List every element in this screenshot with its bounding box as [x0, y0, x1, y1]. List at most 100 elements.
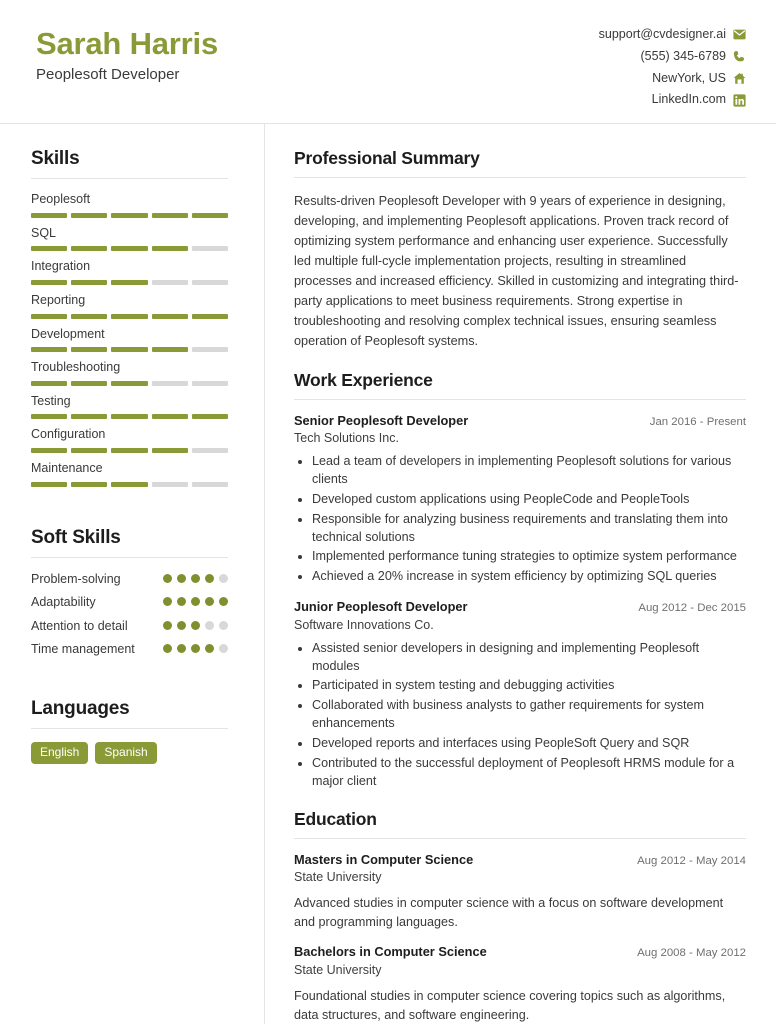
skill-label: Troubleshooting — [31, 360, 121, 375]
experience-list: Senior Peoplesoft Developer Jan 2016 - Pr… — [294, 413, 746, 791]
sidebar: Skills Peoplesoft SQL Integration Reporting… — [0, 124, 265, 1024]
entry-header: Junior Peoplesoft Developer Aug 2012 - De… — [294, 599, 746, 616]
summary-text: Results-driven Peoplesoft Developer with… — [294, 194, 739, 349]
skill-bar-segment — [31, 279, 68, 285]
skill-bar-segment — [191, 246, 229, 252]
list-item: Assisted senior developers in designing … — [312, 640, 746, 676]
linkedin-icon — [733, 94, 746, 107]
language-tag: Spanish — [95, 741, 157, 764]
rating-dot — [219, 573, 228, 583]
home-icon — [733, 72, 746, 85]
rating-dot — [191, 597, 200, 607]
soft-skill-item: Problem-solving — [31, 571, 228, 588]
skill-bar-segment — [111, 347, 148, 353]
soft-skill-rating — [163, 641, 228, 654]
skill-level-bar — [31, 212, 229, 218]
soft-skill-rating — [163, 571, 228, 583]
skill-label: Peoplesoft — [31, 192, 91, 206]
soft-skill-label: Attention to detail — [31, 618, 128, 633]
skill-bar-segment — [31, 347, 68, 353]
skill-item: Configuration — [31, 427, 229, 453]
contact-row[interactable]: NewYork, US — [599, 70, 746, 86]
responsibility-list: Assisted senior developers in designing … — [294, 640, 746, 791]
skill-bar-segment — [151, 448, 188, 453]
responsibility-list: Lead a team of developers in implementin… — [294, 453, 746, 586]
skill-bar-segment — [151, 481, 188, 487]
education-heading: Education — [294, 808, 377, 829]
entry-header: Senior Peoplesoft Developer Jan 2016 - Pr… — [294, 413, 746, 430]
skill-label: Maintenance — [31, 461, 103, 475]
experience-entry: Senior Peoplesoft Developer Jan 2016 - Pr… — [294, 413, 746, 587]
resume-page: Sarah Harris Peoplesoft Developer suppor… — [0, 0, 776, 1024]
soft-skill-rating — [163, 594, 228, 607]
list-item: Contributed to the successful deployment… — [312, 755, 746, 791]
main-column: Professional Summary Results-driven Peop… — [265, 124, 776, 1024]
rating-dot — [191, 644, 200, 654]
skill-item: Troubleshooting — [31, 360, 229, 386]
rating-dot — [163, 644, 172, 654]
skill-bar-segment — [191, 481, 229, 487]
list-item: Collaborated with business analysts to g… — [312, 697, 746, 733]
skill-item: SQL — [31, 226, 229, 252]
skill-bar-segment — [151, 313, 188, 319]
soft-skills-heading: Soft Skills — [31, 526, 121, 548]
contact-row[interactable]: support@cvdesigner.ai — [598, 27, 746, 42]
skill-bar-segment — [111, 481, 148, 487]
rating-dot — [177, 573, 186, 583]
education-section: Education Masters in Computer Science Aug… — [294, 809, 746, 1024]
skill-item: Maintenance — [31, 461, 229, 487]
resume-header: Sarah Harris Peoplesoft Developer suppor… — [0, 0, 776, 124]
identity-block: Sarah Harris Peoplesoft Developer — [36, 26, 218, 83]
skill-level-bar — [31, 246, 229, 252]
list-item: Lead a team of developers in implementin… — [312, 453, 746, 489]
company-name: Tech Solutions Inc. — [294, 431, 399, 446]
skill-bar-segment — [71, 347, 108, 353]
skill-bar-segment — [111, 448, 148, 453]
skill-bar-segment — [31, 414, 68, 420]
contact-row[interactable]: (555) 345-6789 — [599, 49, 746, 64]
contact-text: support@cvdesigner.ai — [598, 27, 726, 41]
degree-date-range: Aug 2012 - May 2014 — [637, 854, 746, 867]
job-date-range: Jan 2016 - Present — [649, 415, 746, 428]
skill-bar-segment — [71, 313, 108, 319]
entry-header: Masters in Computer Science Aug 2012 - Ma… — [294, 852, 746, 869]
skill-bar-segment — [71, 414, 108, 420]
skill-bar-segment — [191, 212, 229, 218]
degree-title: Bachelors in Computer Science — [294, 944, 487, 960]
list-item: Achieved a 20% increase in system effici… — [312, 568, 746, 586]
skill-bar-segment — [71, 279, 108, 285]
skill-label: Reporting — [31, 292, 86, 307]
skill-bar-segment — [111, 380, 148, 386]
education-entry: Masters in Computer Science Aug 2012 - Ma… — [294, 852, 746, 932]
job-title: Junior Peoplesoft Developer — [294, 599, 468, 615]
skill-label: Testing — [31, 393, 71, 408]
contact-text: LinkedIn.com — [651, 92, 726, 107]
company-name: Software Innovations Co. — [294, 617, 434, 632]
skill-bar-segment — [31, 313, 68, 319]
skill-bar-segment — [111, 279, 148, 285]
rating-dot — [205, 644, 214, 654]
skill-item: Testing — [31, 393, 229, 420]
summary-heading: Professional Summary — [294, 148, 480, 168]
page-title: Sarah Harris — [36, 26, 218, 61]
skill-level-bar — [31, 414, 229, 420]
contact-row[interactable]: LinkedIn.com — [599, 92, 746, 107]
resume-body: Skills Peoplesoft SQL Integration Reporting… — [0, 124, 776, 1024]
envelope-icon — [733, 28, 746, 41]
skill-bar-segment — [111, 414, 148, 420]
skill-bar-segment — [191, 380, 229, 386]
skill-bar-segment — [191, 448, 229, 453]
contact-text: NewYork, US — [652, 70, 726, 85]
rating-dot — [219, 597, 228, 607]
skills-section: Skills Peoplesoft SQL Integration Reporting… — [31, 148, 229, 487]
skill-item: Peoplesoft — [31, 192, 229, 218]
soft-skill-item: Adaptability — [31, 594, 228, 611]
education-description: Foundational studies in computer science… — [294, 988, 726, 1022]
rating-dot — [205, 573, 214, 583]
language-tag: English — [31, 741, 89, 764]
skill-bar-segment — [71, 212, 108, 218]
heading-divider — [294, 398, 746, 400]
job-date-range: Aug 2012 - Dec 2015 — [638, 602, 746, 615]
soft-skill-item: Time management — [31, 641, 228, 658]
